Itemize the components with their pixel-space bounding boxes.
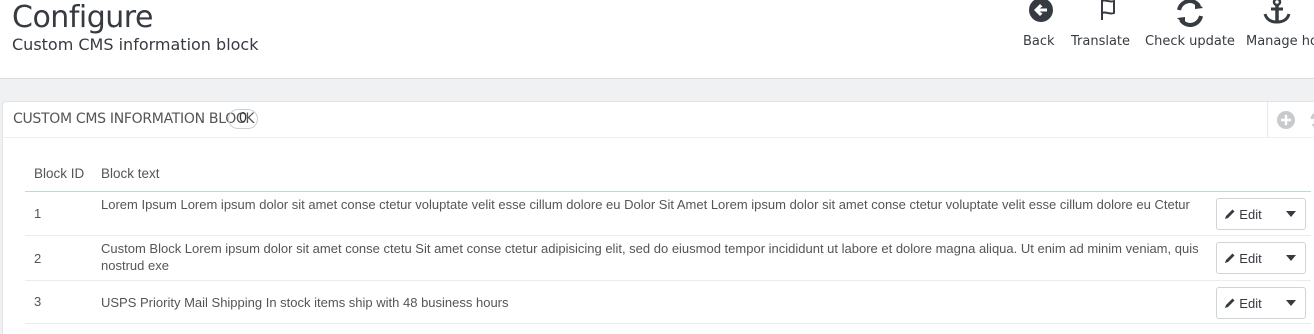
page-subtitle: Custom CMS information block	[12, 35, 259, 54]
manage-hooks-label: Manage ho	[1246, 34, 1314, 49]
refresh-list-icon[interactable]	[1308, 110, 1314, 130]
count-badge: 0	[228, 109, 258, 129]
edit-button[interactable]: Edit	[1217, 288, 1269, 318]
row-action-group: Edit	[1216, 198, 1306, 230]
column-header-block-id[interactable]: Block ID	[34, 166, 84, 181]
row-action-group: Edit	[1216, 242, 1306, 274]
panel-title: CUSTOM CMS INFORMATION BLOCK	[13, 111, 255, 127]
edit-label: Edit	[1239, 250, 1262, 266]
pencil-icon	[1225, 209, 1235, 219]
table-header: Block ID Block text	[25, 160, 1311, 192]
pencil-icon	[1225, 253, 1235, 263]
cms-block-table: Block ID Block text 1 Lorem Ipsum Lorem …	[25, 160, 1311, 324]
flag-icon	[1100, 0, 1115, 20]
row-action-group: Edit	[1216, 287, 1306, 319]
back-button[interactable]: Back	[1023, 0, 1055, 49]
caret-down-icon	[1286, 300, 1296, 306]
block-text-cell: Lorem Ipsum Lorem ipsum dolor sit amet c…	[101, 197, 1190, 212]
page-header: Configure Custom CMS information block B…	[0, 0, 1314, 79]
translate-label: Translate	[1071, 34, 1131, 49]
action-dropdown-toggle[interactable]	[1277, 199, 1305, 229]
check-update-label: Check update	[1145, 34, 1235, 49]
anchor-icon	[1263, 0, 1291, 24]
table-row[interactable]: 2 Custom Block Lorem ipsum dolor sit ame…	[25, 236, 1311, 281]
panel-heading-actions	[1267, 102, 1314, 138]
action-dropdown-toggle[interactable]	[1277, 243, 1305, 273]
manage-hooks-button[interactable]: Manage ho	[1246, 0, 1314, 49]
block-text-cell: USPS Priority Mail Shipping In stock ite…	[101, 295, 509, 310]
pencil-icon	[1225, 298, 1235, 308]
column-header-block-text[interactable]: Block text	[101, 166, 160, 181]
translate-button[interactable]: Translate	[1071, 0, 1130, 49]
check-update-button[interactable]: Check update	[1145, 0, 1235, 49]
table-row[interactable]: 3 USPS Priority Mail Shipping In stock i…	[25, 281, 1311, 324]
action-dropdown-toggle[interactable]	[1277, 288, 1305, 318]
refresh-icon	[1176, 0, 1203, 27]
back-arrow-icon	[1028, 0, 1053, 22]
cms-block-panel: CUSTOM CMS INFORMATION BLOCK 0 Block ID …	[2, 101, 1314, 334]
block-text-cell: Custom Block Lorem ipsum dolor sit amet …	[101, 241, 1199, 273]
panel-heading: CUSTOM CMS INFORMATION BLOCK 0	[3, 102, 1314, 138]
add-new-icon[interactable]	[1276, 110, 1296, 130]
block-id-cell: 3	[34, 294, 42, 309]
caret-down-icon	[1286, 211, 1296, 217]
edit-label: Edit	[1239, 206, 1262, 222]
edit-button[interactable]: Edit	[1217, 199, 1269, 229]
block-id-cell: 1	[34, 206, 42, 221]
edit-button[interactable]: Edit	[1217, 243, 1269, 273]
back-label: Back	[1023, 34, 1055, 49]
page-title: Configure	[12, 0, 153, 35]
caret-down-icon	[1286, 255, 1296, 261]
edit-label: Edit	[1239, 295, 1262, 311]
block-id-cell: 2	[34, 251, 42, 266]
table-row[interactable]: 1 Lorem Ipsum Lorem ipsum dolor sit amet…	[25, 192, 1311, 236]
